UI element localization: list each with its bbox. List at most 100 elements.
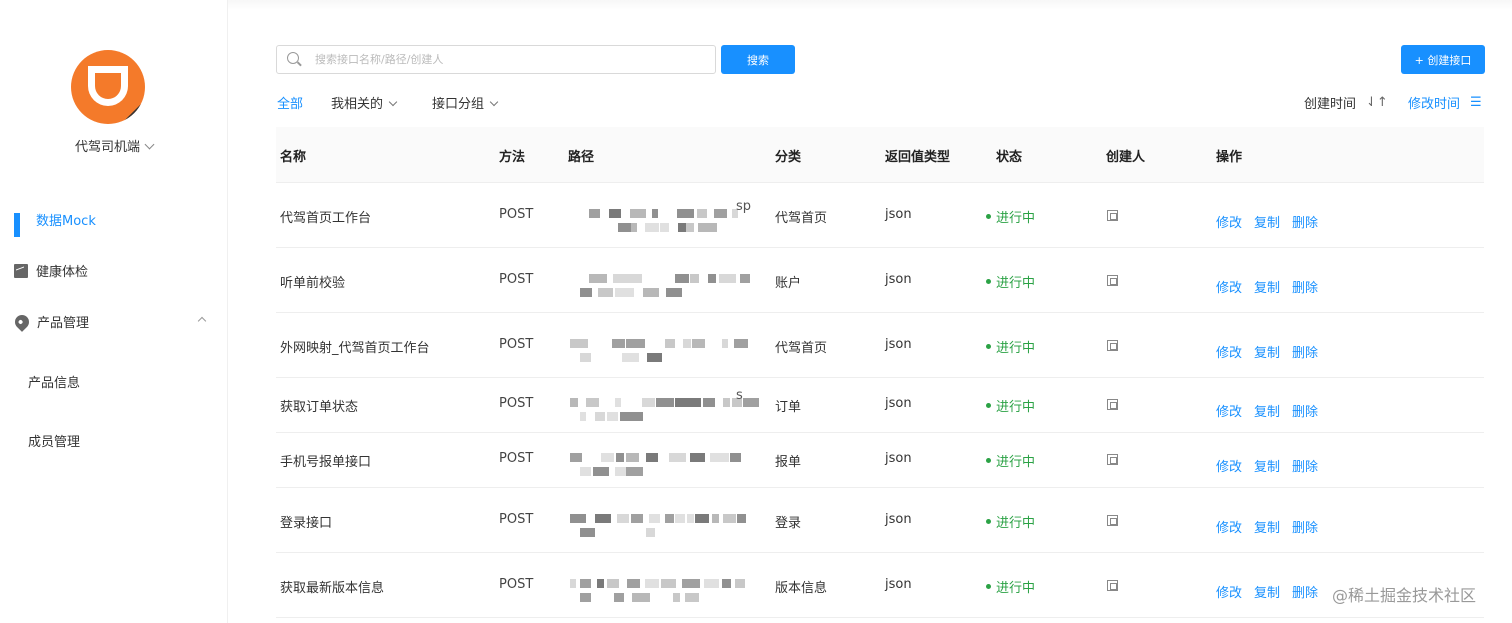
chart-icon	[14, 263, 28, 278]
col-category: 分类	[775, 150, 802, 165]
api-name[interactable]: 代驾首页工作台	[280, 207, 371, 226]
copy-button[interactable]: 复制	[1254, 401, 1280, 420]
status-label: 进行中	[996, 400, 1036, 415]
chevron-up-icon[interactable]	[197, 316, 207, 326]
api-return-type: json	[885, 577, 912, 592]
api-return-type: json	[885, 337, 912, 352]
path-tail: sp	[736, 199, 752, 214]
edit-button[interactable]: 修改	[1216, 342, 1242, 361]
api-method: POST	[499, 207, 534, 222]
api-name[interactable]: 听单前校验	[280, 272, 345, 291]
api-category: 报单	[775, 455, 802, 470]
status-badge: 进行中	[986, 272, 1035, 291]
api-name[interactable]: 外网映射_代驾首页工作台	[280, 337, 430, 356]
row-actions: 修改 复制 删除	[1216, 212, 1318, 231]
status-label: 进行中	[996, 455, 1036, 470]
api-method: POST	[499, 512, 534, 527]
edit-button[interactable]: 修改	[1216, 212, 1242, 231]
edit-button[interactable]: 修改	[1216, 401, 1242, 420]
filter-all[interactable]: 全部	[277, 93, 303, 112]
edit-button[interactable]: 修改	[1216, 456, 1242, 475]
table-header: 名称 方法 路径 分类 返回值类型 状态 创建人 操作	[276, 127, 1484, 183]
chevron-down-icon	[144, 139, 155, 150]
copy-button[interactable]: 复制	[1254, 277, 1280, 296]
nav-item-product-management[interactable]: 产品管理	[12, 311, 89, 332]
row-actions: 修改 复制 删除	[1216, 342, 1318, 361]
image-placeholder-icon	[1107, 454, 1118, 465]
api-category: 版本信息	[775, 581, 828, 596]
creator-avatar	[1107, 515, 1118, 526]
table-row: 获取订单状态 POST s 订单 json 进行中 修改 复制 删除	[276, 378, 1484, 433]
watermark: @稀土掘金技术社区	[1332, 586, 1477, 605]
copy-button[interactable]: 复制	[1254, 342, 1280, 361]
row-actions: 修改 复制 删除	[1216, 401, 1318, 420]
api-method: POST	[499, 451, 534, 466]
sort-icon: ⇃↑	[1366, 95, 1388, 110]
col-actions: 操作	[1216, 150, 1243, 165]
nav-subitem-product-info[interactable]: 产品信息	[28, 372, 80, 391]
filter-api-group[interactable]: 接口分组	[432, 93, 499, 112]
edit-button[interactable]: 修改	[1216, 582, 1242, 601]
status-badge: 进行中	[986, 207, 1035, 226]
api-category: 订单	[775, 400, 802, 415]
api-category: 代驾首页	[775, 341, 828, 356]
api-name[interactable]: 登录接口	[280, 512, 332, 531]
delete-button[interactable]: 删除	[1292, 212, 1318, 231]
delete-button[interactable]: 删除	[1292, 456, 1318, 475]
edit-button[interactable]: 修改	[1216, 277, 1242, 296]
status-badge: 进行中	[986, 451, 1035, 470]
delete-button[interactable]: 删除	[1292, 517, 1318, 536]
main-content: 搜索 + 创建接口 全部 我相关的 接口分组 创建时间 ⇃↑ 修改时间 ☰ 名称…	[228, 0, 1512, 623]
delete-button[interactable]: 删除	[1292, 277, 1318, 296]
api-method: POST	[499, 577, 534, 592]
copy-button[interactable]: 复制	[1254, 456, 1280, 475]
status-badge: 进行中	[986, 396, 1035, 415]
creator-avatar	[1107, 580, 1118, 591]
api-return-type: json	[885, 272, 912, 287]
api-return-type: json	[885, 207, 912, 222]
sidebar: 代驾司机端 数据Mock 健康体检 产品管理 产品信息 成员管理	[0, 0, 228, 623]
api-name[interactable]: 获取订单状态	[280, 396, 358, 415]
sort-modified-time[interactable]: 修改时间 ☰	[1408, 93, 1482, 112]
image-placeholder-icon	[1107, 340, 1118, 351]
image-placeholder-icon	[1107, 399, 1118, 410]
copy-button[interactable]: 复制	[1254, 212, 1280, 231]
creator-avatar	[1107, 210, 1118, 221]
table-row: 外网映射_代驾首页工作台 POST 代驾首页 json 进行中 修改 复制 删除	[276, 313, 1484, 378]
api-category: 代驾首页	[775, 211, 828, 226]
creator-avatar	[1107, 454, 1118, 465]
copy-button[interactable]: 复制	[1254, 582, 1280, 601]
status-label: 进行中	[996, 211, 1036, 226]
location-icon	[12, 311, 32, 332]
nav-subitem-member-management[interactable]: 成员管理	[28, 431, 80, 450]
delete-button[interactable]: 删除	[1292, 582, 1318, 601]
copy-button[interactable]: 复制	[1254, 517, 1280, 536]
search-button[interactable]: 搜索	[721, 45, 795, 74]
status-label: 进行中	[996, 581, 1036, 596]
org-switcher[interactable]: 代驾司机端	[0, 136, 228, 155]
create-api-button[interactable]: + 创建接口	[1401, 45, 1485, 74]
search-input[interactable]	[315, 46, 710, 73]
status-dot	[986, 403, 991, 408]
grid-icon	[14, 212, 28, 237]
path-redacted	[570, 575, 756, 605]
api-table: 名称 方法 路径 分类 返回值类型 状态 创建人 操作 代驾首页工作台 POST s…	[276, 127, 1484, 618]
nav-item-health-check[interactable]: 健康体检	[14, 261, 88, 280]
filter-mine[interactable]: 我相关的	[331, 93, 398, 112]
api-return-type: json	[885, 451, 912, 466]
api-method: POST	[499, 337, 534, 352]
delete-button[interactable]: 删除	[1292, 342, 1318, 361]
edit-button[interactable]: 修改	[1216, 517, 1242, 536]
api-name[interactable]: 手机号报单接口	[280, 451, 371, 470]
table-row: 代驾首页工作台 POST sp 代驾首页 json 进行中 修改 复制 删除	[276, 183, 1484, 248]
row-actions: 修改 复制 删除	[1216, 277, 1318, 296]
chevron-down-icon	[489, 97, 499, 107]
status-dot	[986, 279, 991, 284]
sort-created-time[interactable]: 创建时间 ⇃↑	[1304, 93, 1388, 112]
table-body: 代驾首页工作台 POST sp 代驾首页 json 进行中 修改 复制 删除 听单前校验 POST 账…	[276, 183, 1484, 618]
col-method: 方法	[499, 150, 526, 165]
status-badge: 进行中	[986, 337, 1035, 356]
delete-button[interactable]: 删除	[1292, 401, 1318, 420]
nav-item-data-mock[interactable]: 数据Mock	[14, 210, 96, 237]
api-name[interactable]: 获取最新版本信息	[280, 577, 384, 596]
